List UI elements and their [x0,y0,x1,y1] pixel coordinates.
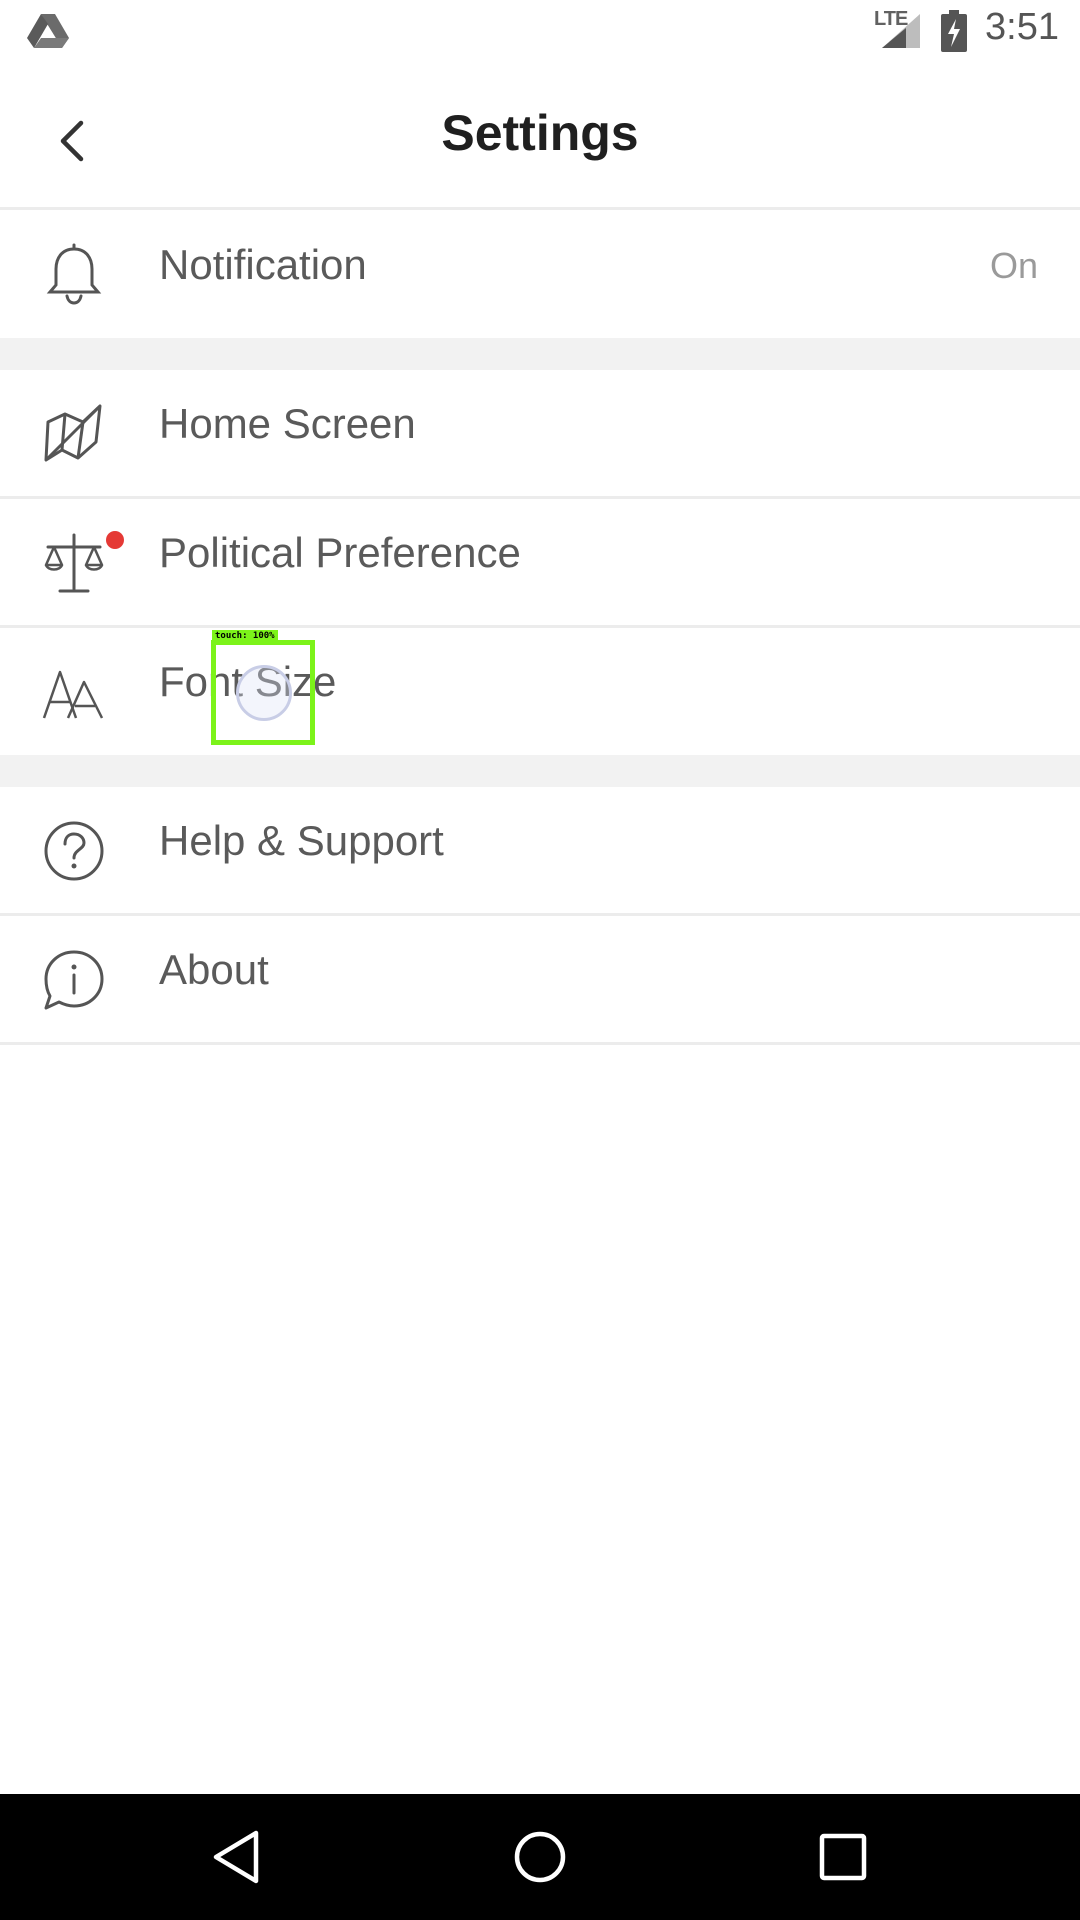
nav-home-button[interactable] [505,1822,575,1892]
home-screen-label: Home Screen [159,400,416,447]
touch-ripple [236,665,292,721]
settings-row-political-preference[interactable]: Political Preference [0,499,1080,628]
battery-charging-icon [941,10,967,52]
help-support-label: Help & Support [159,817,444,864]
signal-icon [882,14,920,48]
settings-row-notification[interactable]: Notification On [0,211,1080,338]
page-title: Settings [441,105,639,161]
bell-icon [46,243,102,305]
touch-indicator [211,640,315,745]
nav-recents-button[interactable] [808,1822,878,1892]
question-circle-icon [44,821,104,881]
settings-row-help-support[interactable]: Help & Support [0,787,1080,916]
notification-label: Notification [159,241,367,288]
nav-recents-icon [819,1833,867,1881]
font-size-icon [42,670,104,719]
settings-row-home-screen[interactable]: Home Screen [0,370,1080,499]
political-preference-label: Political Preference [159,529,521,576]
app-bar: Settings [0,64,1080,210]
info-bubble-icon [44,950,104,1010]
map-icon [44,404,102,462]
status-clock: 3:51 [985,6,1059,48]
section-divider [0,338,1080,370]
notification-status-value: On [989,245,1038,286]
nav-back-icon [213,1830,259,1884]
settings-row-about[interactable]: About [0,916,1080,1045]
new-badge-dot [106,531,124,549]
about-label: About [159,946,269,993]
section-divider [0,755,1080,787]
system-nav-bar [0,1794,1080,1920]
balance-scale-icon [44,533,104,593]
settings-row-font-size[interactable]: Font Size [0,628,1080,755]
drive-icon [27,14,69,48]
status-bar: LTE 3:51 [0,0,1080,64]
nav-home-icon [514,1831,566,1883]
nav-back-button[interactable] [201,1822,271,1892]
